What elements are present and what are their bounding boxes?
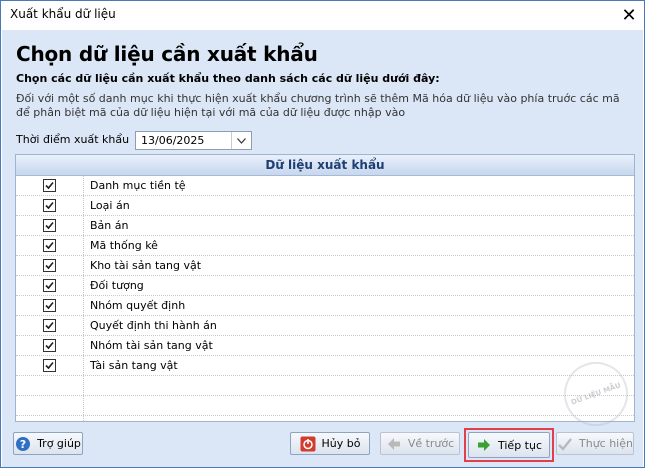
row-checkbox[interactable] <box>43 339 56 352</box>
table-row[interactable]: Nhóm tài sản tang vật <box>16 336 634 356</box>
chevron-down-icon[interactable] <box>231 132 251 149</box>
row-check-cell <box>16 256 84 275</box>
cancel-button-label: Hủy bỏ <box>321 437 361 450</box>
dialog-body: Chọn dữ liệu cần xuất khẩu Chọn các dữ l… <box>2 30 643 467</box>
row-name: Bản án <box>90 219 129 232</box>
table-row[interactable]: Đối tượng <box>16 276 634 296</box>
export-date-label: Thời điểm xuất khẩu <box>16 133 130 146</box>
row-checkbox[interactable] <box>43 279 56 292</box>
page-description: Đối với một số danh mục khi thực hiện xu… <box>16 92 620 119</box>
row-name: Nhóm quyết định <box>90 299 186 312</box>
row-name: Đối tượng <box>90 279 144 292</box>
checkmark-icon <box>45 361 54 370</box>
table-row[interactable]: Danh mục tiền tệ <box>16 176 634 196</box>
row-name: Danh mục tiền tệ <box>90 179 186 192</box>
table-row[interactable]: Mã thống kê <box>16 236 634 256</box>
svg-text:?: ? <box>20 438 26 451</box>
page-title: Chọn dữ liệu cần xuất khẩu <box>16 42 318 66</box>
finish-button[interactable]: Thực hiện <box>556 432 634 455</box>
row-check-cell <box>16 236 84 255</box>
grid-body: Danh mục tiền tệ Loại án Bản án Mã thống kê… <box>16 176 634 421</box>
row-checkbox[interactable] <box>43 259 56 272</box>
row-name: Quyết định thi hành án <box>90 319 217 332</box>
next-button-highlight <box>464 428 554 462</box>
row-check-cell <box>16 416 84 421</box>
table-row[interactable]: Loại án <box>16 196 634 216</box>
table-row[interactable] <box>16 376 634 396</box>
row-checkbox[interactable] <box>43 239 56 252</box>
table-row[interactable] <box>16 396 634 416</box>
window-title: Xuất khẩu dữ liệu <box>10 7 116 21</box>
row-check-cell <box>16 356 84 375</box>
page-subtitle: Chọn các dữ liệu cần xuất khẩu theo danh… <box>16 72 440 85</box>
checkmark-icon <box>45 221 54 230</box>
row-checkbox[interactable] <box>43 299 56 312</box>
checkmark-icon <box>45 201 54 210</box>
back-button[interactable]: Về trước <box>380 432 460 455</box>
checkmark-icon <box>45 261 54 270</box>
table-row[interactable]: Bản án <box>16 216 634 236</box>
row-checkbox[interactable] <box>43 219 56 232</box>
row-check-cell <box>16 276 84 295</box>
checkmark-icon <box>45 321 54 330</box>
row-name: Nhóm tài sản tang vật <box>90 339 213 352</box>
checkmark-icon <box>45 341 54 350</box>
row-name: Tài sản tang vật <box>90 359 178 372</box>
row-checkbox[interactable] <box>43 319 56 332</box>
table-row[interactable]: Nhóm quyết định <box>16 296 634 316</box>
checkmark-icon <box>45 181 54 190</box>
export-dialog: Xuất khẩu dữ liệu ✕ Chọn dữ liệu cần xuấ… <box>0 0 645 468</box>
checkmark-icon <box>557 436 573 452</box>
row-check-cell <box>16 336 84 355</box>
row-checkbox[interactable] <box>43 199 56 212</box>
cancel-button[interactable]: Hủy bỏ <box>290 432 370 455</box>
table-row[interactable]: Kho tài sản tang vật <box>16 256 634 276</box>
table-row[interactable] <box>16 416 634 421</box>
finish-button-label: Thực hiện <box>579 437 633 450</box>
export-data-grid: Dữ liệu xuất khẩu Danh mục tiền tệ Loại á… <box>15 154 635 422</box>
checkmark-icon <box>45 281 54 290</box>
grid-header: Dữ liệu xuất khẩu <box>16 155 634 176</box>
row-check-cell <box>16 196 84 215</box>
row-check-cell <box>16 396 84 415</box>
back-button-label: Về trước <box>407 437 455 450</box>
export-date-value: 13/06/2025 <box>141 134 205 147</box>
row-checkbox[interactable] <box>43 179 56 192</box>
row-check-cell <box>16 176 84 195</box>
table-row[interactable]: Quyết định thi hành án <box>16 316 634 336</box>
row-check-cell <box>16 376 84 395</box>
arrow-left-icon <box>386 436 402 452</box>
row-checkbox[interactable] <box>43 359 56 372</box>
row-name: Kho tài sản tang vật <box>90 259 202 272</box>
table-row[interactable]: Tài sản tang vật <box>16 356 634 376</box>
checkmark-icon <box>45 301 54 310</box>
help-button[interactable]: ? Trợ giúp <box>13 432 83 455</box>
row-check-cell <box>16 316 84 335</box>
row-name: Mã thống kê <box>90 239 158 252</box>
row-name: Loại án <box>90 199 130 212</box>
close-icon: ✕ <box>621 5 637 26</box>
close-button[interactable]: ✕ <box>614 1 644 30</box>
export-date-picker[interactable]: 13/06/2025 <box>135 131 252 150</box>
checkmark-icon <box>45 241 54 250</box>
help-button-label: Trợ giúp <box>37 437 81 450</box>
row-check-cell <box>16 216 84 235</box>
title-bar: Xuất khẩu dữ liệu ✕ <box>1 1 644 30</box>
row-check-cell <box>16 296 84 315</box>
watermark-text: DỮ LIỆU MẪU <box>570 381 622 407</box>
help-icon: ? <box>15 436 31 452</box>
power-icon <box>300 436 316 452</box>
